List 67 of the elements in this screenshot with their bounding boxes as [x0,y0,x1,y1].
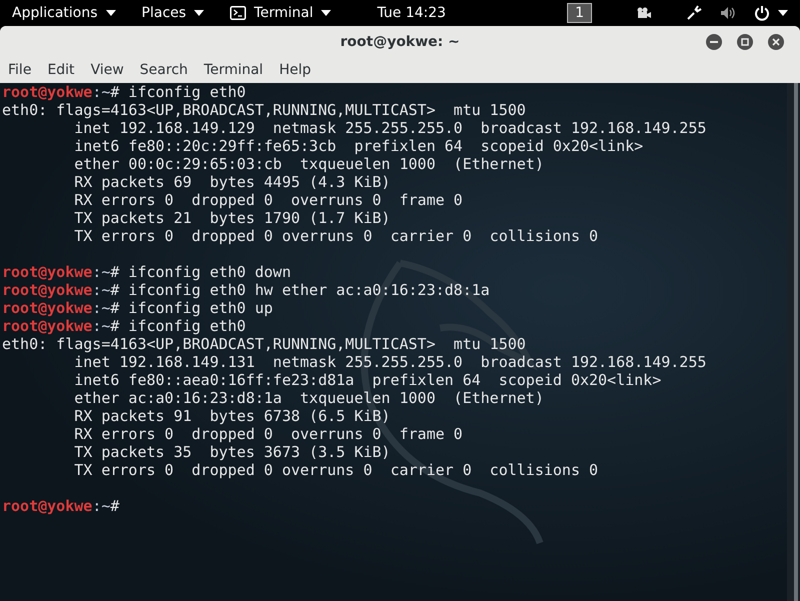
prompt-symbol: # [110,299,120,317]
menu-item[interactable]: Terminal [204,60,264,81]
menu-item[interactable]: Edit [47,60,75,81]
clock[interactable]: Tue 14:23 [377,2,446,24]
prompt-symbol: # [110,263,120,281]
close-button[interactable] [768,34,784,50]
caret-icon [194,10,204,16]
prompt-user: root@yokwe [2,263,92,281]
output-line: RX errors 0 dropped 0 overruns 0 frame 0 [73,425,463,443]
output-line: inet6 fe80::aea0:16ff:fe23:d81a prefixlen 64 scopeid 0x20<link> [73,371,662,389]
maximize-button[interactable] [737,34,753,50]
minimize-button[interactable] [706,34,722,50]
prompt-user: root@yokwe [2,83,92,101]
prompt-user: root@yokwe [2,497,92,515]
output-line: eth0: flags=4163<UP,BROADCAST,RUNNING,MULTICAST> mtu 1500 [2,335,526,353]
prompt-path: :~ [92,83,110,101]
caret-icon [778,10,788,16]
output-line: ether ac:a0:16:23:d8:1a txqueuelen 1000 (Ethernet) [73,389,544,407]
prompt-symbol: # [110,83,120,101]
prompt-path: :~ [92,317,110,335]
output-line: RX errors 0 dropped 0 overruns 0 frame 0 [73,191,463,209]
window-title: root@yokwe: ~ [340,32,460,52]
prompt-symbol: # [110,497,120,515]
menu-item[interactable]: File [8,60,32,81]
scrollbar[interactable] [787,83,800,601]
command-text: ifconfig eth0 [127,317,246,335]
command-text: ifconfig eth0 down [127,263,291,281]
output-line: RX packets 91 bytes 6738 (6.5 KiB) [73,407,390,425]
output-line: ether 00:0c:29:65:03:cb txqueuelen 1000 (Ethernet) [73,155,544,173]
menu-item[interactable]: Search [140,60,188,81]
caret-icon [321,10,332,16]
output-line: inet 192.168.149.129 netmask 255.255.255.0 broadcast 192.168.149.255 [73,119,706,137]
prompt-symbol: # [110,281,120,299]
prompt-path: :~ [92,263,110,281]
output-line: eth0: flags=4163<UP,BROADCAST,RUNNING,MULTICAST> mtu 1500 [2,101,526,119]
output-line: TX errors 0 dropped 0 overruns 0 carrier 0 collisions 0 [73,461,598,479]
prompt-path: :~ [92,281,110,299]
prompt-path: :~ [92,299,110,317]
output-line: inet6 fe80::20c:29ff:fe65:3cb prefixlen 64 scopeid 0x20<link> [73,137,644,155]
volume-icon[interactable] [720,6,736,20]
prompt-user: root@yokwe [2,281,92,299]
output-line: TX packets 35 bytes 3673 (3.5 KiB) [73,443,390,461]
minimize-icon [710,41,718,43]
power-menu-button[interactable] [754,5,788,21]
maximize-icon [741,38,749,46]
top-bar-menu[interactable]: Places [142,2,204,24]
output-line: TX errors 0 dropped 0 overruns 0 carrier 0 collisions 0 [73,227,598,245]
video-camera-icon[interactable] [636,7,652,19]
command-text: ifconfig eth0 [127,83,246,101]
workspace-indicator[interactable]: 1 [567,3,592,23]
command-text: ifconfig eth0 hw ether ac:a0:16:23:d8:1a [127,281,490,299]
prompt-path: :~ [92,497,110,515]
output-line: TX packets 21 bytes 1790 (1.7 KiB) [73,209,390,227]
menu-item[interactable]: Help [279,60,311,81]
prompt-user: root@yokwe [2,317,92,335]
prompt-symbol: # [110,317,120,335]
prompt-user: root@yokwe [2,299,92,317]
menu-item[interactable]: View [90,60,124,81]
terminal-icon [230,6,246,20]
command-text: ifconfig eth0 up [127,299,273,317]
top-bar-menu[interactable]: Applications [12,2,116,24]
output-line: inet 192.168.149.131 netmask 255.255.255.0 broadcast 192.168.149.255 [73,353,706,371]
close-icon [772,38,780,46]
caret-icon [106,10,116,16]
top-bar-menu[interactable]: Terminal [230,2,332,24]
output-line: RX packets 69 bytes 4495 (4.3 KiB) [73,173,390,191]
power-icon [754,5,770,21]
